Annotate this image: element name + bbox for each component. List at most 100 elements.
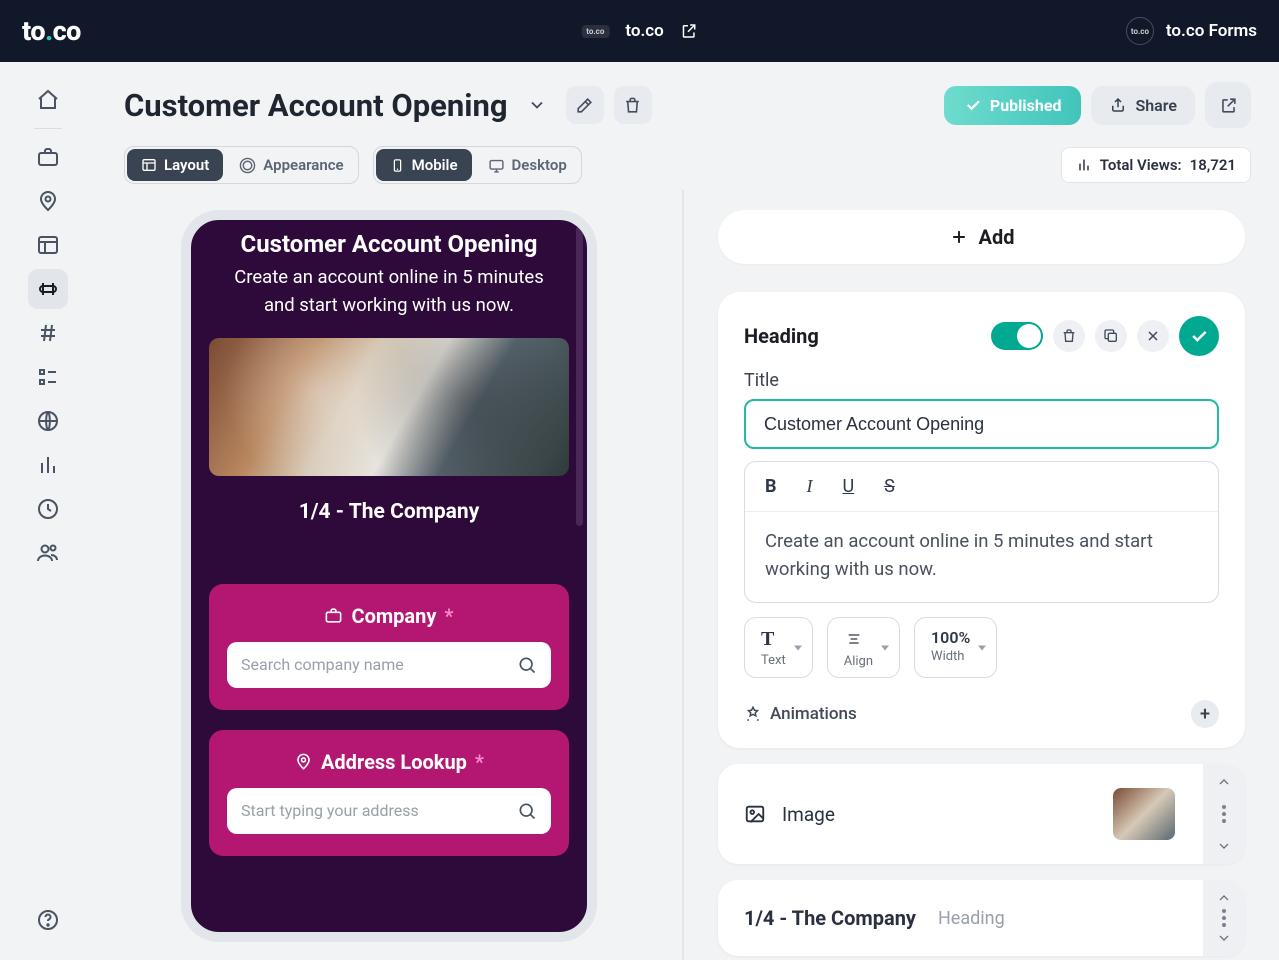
nav-location[interactable]	[28, 181, 68, 221]
seg-appearance-label: Appearance	[263, 156, 343, 174]
prop-width[interactable]: 100% Width	[914, 617, 997, 678]
seg-mobile[interactable]: Mobile	[376, 149, 472, 181]
seg-layout-label: Layout	[164, 156, 209, 174]
richtext-body[interactable]: Create an account online in 5 minutes an…	[745, 512, 1218, 602]
animations-row[interactable]: Animations +	[744, 700, 1219, 728]
nav-analytics[interactable]	[28, 445, 68, 485]
nav-hash[interactable]	[28, 313, 68, 353]
nav-home[interactable]	[28, 80, 68, 120]
brand-logo: to.co	[22, 15, 81, 47]
company-placeholder: Search company name	[241, 655, 517, 674]
company-search-input[interactable]: Search company name	[227, 642, 551, 688]
nav-forms[interactable]	[28, 269, 68, 309]
chevron-down-icon[interactable]	[518, 86, 556, 124]
nav-globe[interactable]	[28, 401, 68, 441]
add-button[interactable]: Add	[718, 210, 1245, 264]
brand-prefix: to	[22, 15, 45, 47]
published-label: Published	[990, 96, 1062, 115]
nav-list[interactable]	[28, 357, 68, 397]
views-label: Total Views:	[1100, 156, 1182, 174]
bold-button[interactable]: B	[765, 476, 777, 497]
add-animation-button[interactable]: +	[1191, 700, 1219, 728]
panel-confirm-button[interactable]	[1179, 316, 1219, 356]
preview-company-card: Company * Search company name	[209, 584, 569, 710]
segment-device: Mobile Desktop	[373, 146, 582, 184]
views-chip: Total Views: 18,721	[1061, 147, 1251, 183]
segment-layout-appearance: Layout Appearance	[124, 146, 359, 184]
seg-desktop-label: Desktop	[512, 156, 567, 174]
visibility-toggle[interactable]	[991, 322, 1043, 350]
phone-preview: Customer Account Opening Create an accou…	[181, 210, 597, 942]
seg-desktop[interactable]: Desktop	[474, 147, 581, 183]
seg-mobile-label: Mobile	[412, 156, 458, 174]
org-badge-icon: to.co	[1126, 17, 1154, 45]
preview-step: 1/4 - The Company	[209, 500, 569, 524]
panel-delete-button[interactable]	[1053, 320, 1085, 352]
image-block-row[interactable]: Image	[718, 764, 1245, 864]
width-value: 100%	[931, 628, 970, 647]
share-label: Share	[1135, 96, 1177, 115]
edit-button[interactable]	[566, 86, 604, 124]
address-input[interactable]: Start typing your address	[227, 788, 551, 834]
topbar-center: to.co to.co	[581, 21, 698, 41]
external-link-icon[interactable]	[680, 22, 698, 40]
nav-briefcase[interactable]	[28, 137, 68, 177]
preview-subtitle: Create an account online in 5 minutes an…	[209, 264, 569, 320]
reorder-handle[interactable]	[1203, 880, 1245, 956]
title-input[interactable]	[744, 399, 1219, 449]
views-value: 18,721	[1190, 156, 1236, 174]
topbar-right: to.co to.co Forms	[1126, 17, 1257, 45]
strike-button[interactable]: S	[884, 476, 895, 497]
app-name[interactable]: to.co Forms	[1166, 21, 1257, 41]
prop-text-label: Text	[761, 653, 786, 668]
nav-layout[interactable]	[28, 225, 68, 265]
preview-pane: Customer Account Opening Create an accou…	[96, 190, 684, 960]
title-field-label: Title	[744, 370, 1219, 391]
editor-pane: Add Heading Title B I U	[684, 190, 1279, 960]
panel-duplicate-button[interactable]	[1095, 320, 1127, 352]
seg-appearance[interactable]: Appearance	[225, 147, 357, 183]
nav-help[interactable]	[28, 900, 68, 940]
toolbar: Customer Account Opening Published Share	[96, 62, 1279, 190]
seg-layout[interactable]: Layout	[127, 149, 223, 181]
prop-align-label: Align	[844, 654, 873, 669]
italic-button[interactable]: I	[807, 476, 813, 497]
published-button[interactable]: Published	[944, 86, 1082, 125]
nav-history[interactable]	[28, 489, 68, 529]
section-block-row[interactable]: 1/4 - The Company Heading	[718, 880, 1245, 956]
prop-text[interactable]: T Text	[744, 617, 813, 678]
company-label: Company	[351, 604, 436, 628]
share-button[interactable]: Share	[1091, 86, 1195, 125]
image-thumbnail	[1113, 788, 1175, 840]
rt-toolbar: B I U S	[745, 462, 1218, 512]
align-icon	[844, 628, 873, 652]
heading-panel: Heading Title B I U S Create a	[718, 292, 1245, 748]
panel-close-button[interactable]	[1137, 320, 1169, 352]
required-icon: *	[444, 604, 453, 628]
scroll-thumb[interactable]	[576, 226, 583, 526]
nav-users[interactable]	[28, 533, 68, 573]
address-placeholder: Start typing your address	[241, 801, 517, 820]
animations-label: Animations	[770, 704, 857, 724]
preview-title: Customer Account Opening	[209, 230, 569, 258]
workarea: Customer Account Opening Published Share	[96, 62, 1279, 960]
preview-scrollbar[interactable]	[576, 224, 583, 928]
more-icon[interactable]	[1222, 802, 1226, 826]
section-row-type: Heading	[938, 908, 1005, 929]
section-row-title: 1/4 - The Company	[744, 906, 916, 930]
delete-button[interactable]	[614, 86, 652, 124]
prop-align[interactable]: Align	[827, 617, 900, 678]
topbar: to.co to.co to.co to.co to.co Forms	[0, 0, 1279, 62]
address-label: Address Lookup	[321, 750, 467, 774]
open-external-button[interactable]	[1205, 82, 1251, 128]
add-label: Add	[979, 225, 1015, 249]
rail-divider	[34, 128, 62, 129]
brand-suffix: co	[53, 15, 81, 47]
product-name: to.co	[625, 21, 663, 41]
more-icon[interactable]	[1222, 906, 1226, 930]
brand-dot: .	[45, 15, 53, 47]
richtext-box: B I U S Create an account online in 5 mi…	[744, 461, 1219, 603]
panel-title: Heading	[744, 324, 819, 348]
underline-button[interactable]: U	[843, 476, 855, 497]
reorder-handle[interactable]	[1203, 764, 1245, 864]
